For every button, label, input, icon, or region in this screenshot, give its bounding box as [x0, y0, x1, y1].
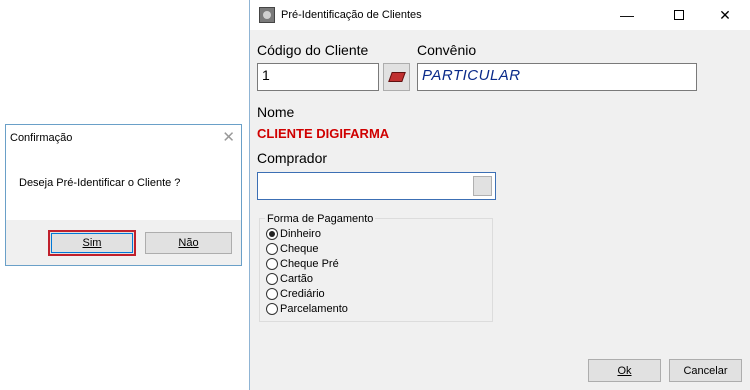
lookup-button[interactable] [383, 63, 410, 91]
radio-label: Cartão [280, 273, 314, 285]
radio-label: Cheque Pré [280, 258, 339, 270]
confirm-buttons: Sim Não [6, 220, 241, 266]
pre-identificacao-window: Pré-Identificação de Clientes — ✕ Código… [249, 0, 750, 390]
window-titlebar: Pré-Identificação de Clientes — ✕ [250, 0, 750, 30]
codigo-label: Código do Cliente [257, 42, 369, 58]
radio-icon [266, 258, 278, 270]
dropdown-button[interactable] [473, 176, 492, 196]
comprador-label: Comprador [257, 150, 328, 166]
radio-icon [266, 303, 278, 315]
yes-button[interactable]: Sim [48, 230, 136, 256]
radio-parcelamento[interactable]: Parcelamento [266, 303, 348, 315]
confirm-dialog: Confirmação ✕ Deseja Pré-Identificar o C… [5, 124, 242, 266]
radio-label: Parcelamento [280, 303, 348, 315]
radio-label: Crediário [280, 288, 325, 300]
radio-label: Dinheiro [280, 228, 321, 240]
radio-dinheiro[interactable]: Dinheiro [266, 228, 321, 240]
no-button-label: Não [178, 237, 199, 249]
radio-crediario[interactable]: Crediário [266, 288, 325, 300]
close-icon[interactable]: ✕ [702, 0, 748, 30]
convenio-field[interactable]: PARTICULAR [417, 63, 697, 91]
confirm-titlebar: Confirmação ✕ [6, 125, 241, 150]
radio-cheque-pre[interactable]: Cheque Pré [266, 258, 339, 270]
codigo-input[interactable]: 1 [257, 63, 379, 91]
confirm-message: Deseja Pré-Identificar o Cliente ? [19, 177, 181, 189]
radio-selected-icon [266, 228, 278, 240]
close-icon[interactable]: ✕ [222, 130, 235, 145]
yes-button-label: Sim [82, 237, 102, 249]
nome-value: CLIENTE DIGIFARMA [257, 126, 390, 141]
cancel-button[interactable]: Cancelar [669, 359, 742, 382]
radio-label: Cheque [280, 243, 319, 255]
minimize-icon[interactable]: — [604, 0, 650, 30]
nome-label: Nome [257, 104, 295, 120]
ok-button[interactable]: Ok [588, 359, 661, 382]
payment-group-title: Forma de Pagamento [265, 213, 376, 225]
radio-icon [266, 243, 278, 255]
maximize-icon[interactable] [656, 0, 702, 30]
confirm-body: Deseja Pré-Identificar o Cliente ? [6, 150, 241, 220]
eraser-icon [387, 72, 406, 82]
cancel-button-label: Cancelar [683, 364, 728, 377]
radio-icon [266, 288, 278, 300]
radio-cartao[interactable]: Cartão [266, 273, 313, 285]
ok-button-label: Ok [617, 364, 632, 377]
comprador-input[interactable] [257, 172, 496, 200]
radio-cheque[interactable]: Cheque [266, 243, 319, 255]
window-title: Pré-Identificação de Clientes [281, 9, 422, 21]
convenio-label: Convênio [417, 42, 477, 58]
payment-group: Forma de Pagamento Dinheiro Cheque Chequ… [259, 213, 493, 322]
radio-icon [266, 273, 278, 285]
no-button[interactable]: Não [145, 232, 232, 254]
app-icon [259, 7, 275, 23]
confirm-title: Confirmação [10, 131, 73, 144]
